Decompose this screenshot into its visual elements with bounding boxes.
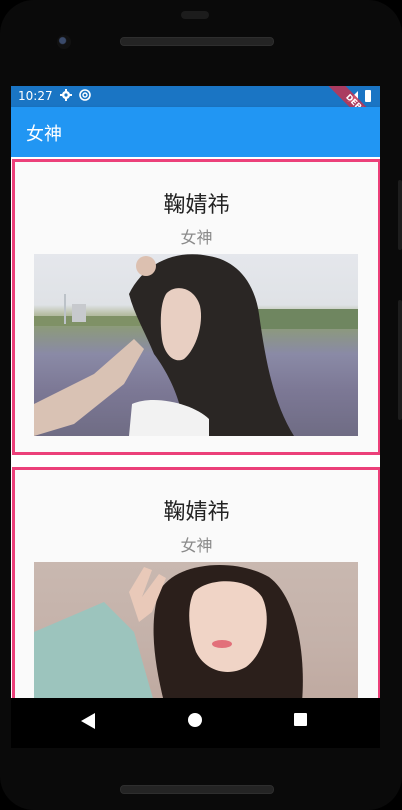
card-photo (34, 254, 358, 436)
card-title: 鞠婧祎 (163, 193, 230, 218)
power-button (398, 180, 402, 250)
front-camera (57, 35, 71, 49)
card[interactable]: 鞠婧祎 女神 (12, 159, 380, 455)
recents-icon[interactable] (294, 713, 307, 726)
card-photo (34, 562, 358, 702)
proximity-sensor (181, 11, 209, 19)
portrait-image (34, 254, 358, 436)
navigation-bar (11, 698, 380, 748)
bottom-speaker (120, 785, 274, 794)
card-list[interactable]: 鞠婧祎 女神 鞠婧祎 女神 (11, 157, 380, 748)
card-title: 鞠婧祎 (163, 500, 230, 525)
home-icon[interactable] (188, 713, 202, 727)
gear-icon (60, 89, 72, 101)
screen: 10:27 DEBUG 女神 鞠婧祎 (11, 86, 380, 748)
portrait-image (34, 565, 303, 702)
status-bar: 10:27 DEBUG (11, 86, 380, 144)
card-subtitle: 女神 (180, 536, 213, 555)
volume-button (398, 300, 402, 420)
status-time: 10:27 (18, 89, 53, 103)
phone-frame: 10:27 DEBUG 女神 鞠婧祎 (0, 0, 402, 810)
earpiece-speaker (120, 37, 274, 46)
app-bar: 女神 (11, 107, 380, 157)
sync-icon (79, 89, 91, 101)
page-title: 女神 (26, 124, 62, 145)
back-icon[interactable] (81, 713, 95, 729)
card-subtitle: 女神 (180, 228, 213, 247)
battery-icon (365, 90, 371, 102)
